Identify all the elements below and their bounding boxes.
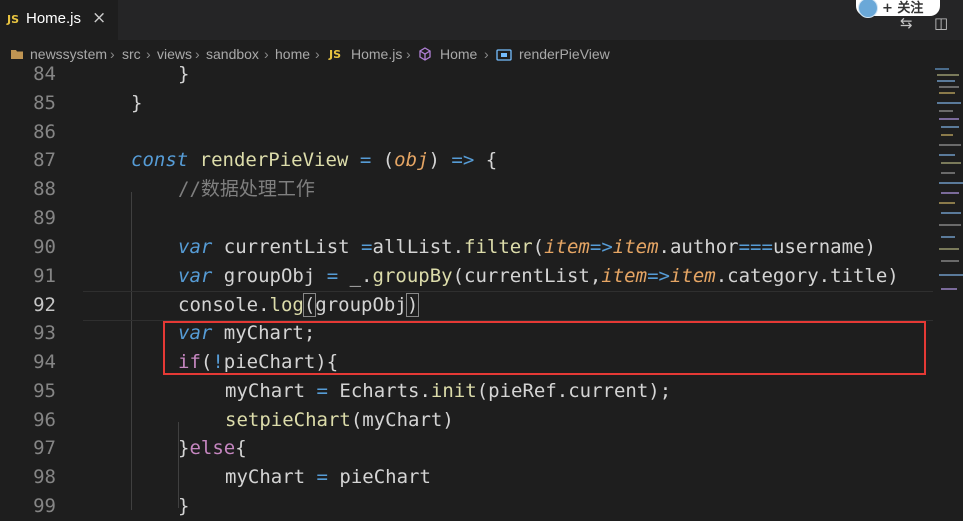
line-number: 98 <box>33 466 56 488</box>
tab-bar: JS Home.js × + 关注 ⇆ ◫ <box>0 0 963 40</box>
code-text: setpieChart(myChart) <box>225 409 454 431</box>
line-number: 99 <box>33 495 56 517</box>
code-text: const renderPieView = (obj) => { <box>131 149 498 171</box>
line-number: 90 <box>33 236 56 258</box>
code-text: myChart = pieChart <box>225 466 431 488</box>
code-line: 98 myChart = pieChart <box>0 463 930 492</box>
code-line: 99 } <box>0 492 930 521</box>
code-line: 96 setpieChart(myChart) <box>0 406 930 435</box>
line-number: 91 <box>33 265 56 287</box>
follow-badge[interactable]: + 关注 <box>856 0 940 18</box>
code-text: } <box>131 92 143 114</box>
minimap[interactable] <box>933 62 963 510</box>
line-number: 93 <box>33 322 56 344</box>
annotation-highlight-box <box>163 321 926 375</box>
line-number: 85 <box>33 92 56 114</box>
js-file-icon: JS <box>7 13 20 26</box>
code-editor[interactable]: 84 } 85 } 86 87 const renderPieView = (o… <box>0 60 933 517</box>
line-number: 89 <box>33 207 56 229</box>
code-text: myChart = Echarts.init(pieRef.current); <box>225 380 672 402</box>
split-editor-icon[interactable]: ◫ <box>934 14 948 32</box>
code-line: 89 <box>0 204 930 233</box>
code-text: } <box>178 63 190 85</box>
code-text: } <box>178 495 190 517</box>
line-number: 92 <box>33 294 56 316</box>
code-line: 91 var groupObj = _.groupBy(currentList,… <box>0 262 930 291</box>
tab-title: Home.js <box>26 10 82 27</box>
code-line: 87 const renderPieView = (obj) => { <box>0 146 930 175</box>
line-number: 88 <box>33 178 56 200</box>
code-text: }else{ <box>178 437 247 459</box>
line-number: 84 <box>33 63 56 85</box>
compare-changes-icon[interactable]: ⇆ <box>900 14 913 32</box>
line-number: 96 <box>33 409 56 431</box>
close-icon[interactable]: × <box>92 8 106 28</box>
tab-home-js[interactable]: JS Home.js × <box>0 0 118 40</box>
code-text: console.log(groupObj) <box>178 293 420 317</box>
line-number: 86 <box>33 121 56 143</box>
line-number: 97 <box>33 437 56 459</box>
code-comment: //数据处理工作 <box>178 178 315 200</box>
code-line: 88 //数据处理工作 <box>0 175 930 204</box>
code-text: var groupObj = _.groupBy(currentList,ite… <box>178 265 899 287</box>
avatar <box>858 0 878 18</box>
code-text: var currentList =allList.filter(item=>it… <box>178 236 876 258</box>
code-line: 86 <box>0 118 930 147</box>
line-number: 87 <box>33 149 56 171</box>
code-line: 97 }else{ <box>0 434 930 463</box>
code-line: 95 myChart = Echarts.init(pieRef.current… <box>0 377 930 406</box>
code-line: 85 } <box>0 89 930 118</box>
code-line: 90 var currentList =allList.filter(item=… <box>0 233 930 262</box>
code-line: 92 console.log(groupObj) <box>0 291 930 320</box>
line-number: 95 <box>33 380 56 402</box>
code-line: 84 } <box>0 60 930 89</box>
line-number: 94 <box>33 351 56 373</box>
